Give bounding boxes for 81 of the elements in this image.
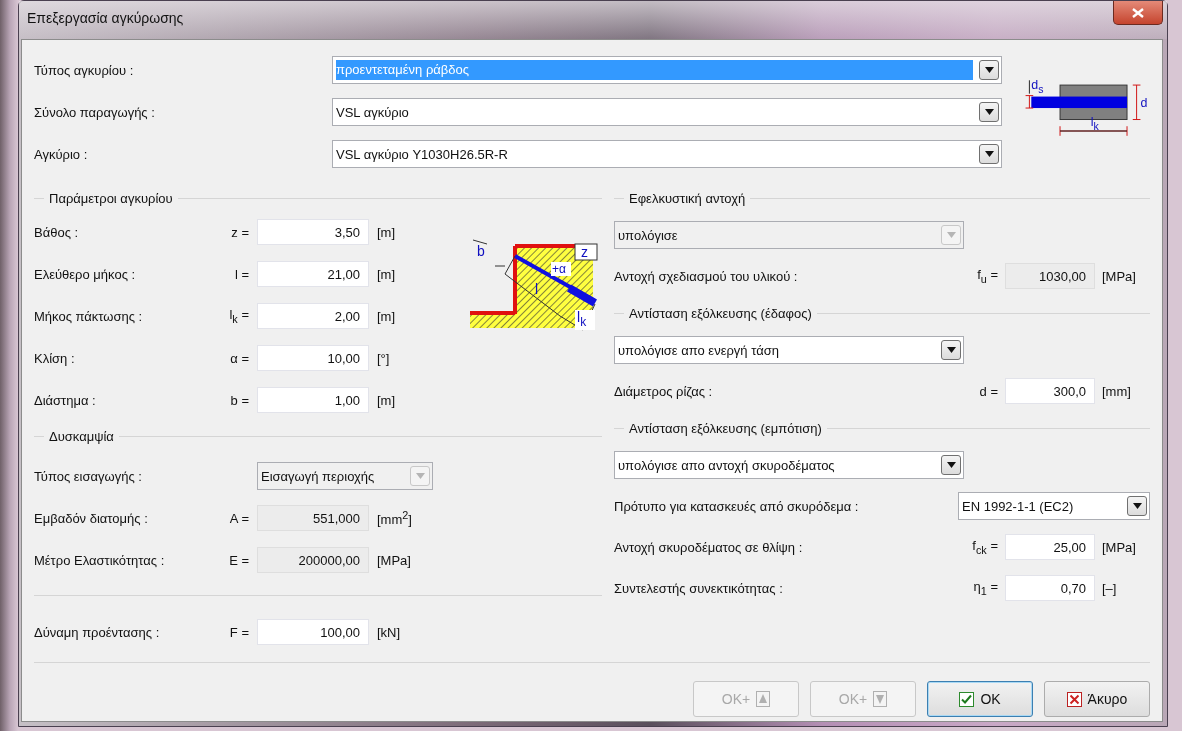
unit-label: [kN] xyxy=(377,624,402,640)
section-title: Εφελκυστική αντοχή xyxy=(629,190,746,206)
section-title: Παράμετροι αγκυρίου xyxy=(49,190,173,206)
dropdown[interactable]: VSL αγκύριο xyxy=(332,98,1002,126)
field-label: Κλίση : xyxy=(34,350,76,366)
unit-label: [m] xyxy=(377,266,396,282)
unit-label: [MPa] xyxy=(1102,539,1137,555)
unit-label: [m] xyxy=(377,224,396,240)
diagram-label: +α xyxy=(552,262,566,276)
caret-icon xyxy=(1132,503,1142,509)
check-icon xyxy=(959,691,975,707)
section-title: Αντίσταση εξόλκευσης (έδαφος) xyxy=(629,305,812,321)
caret-icon xyxy=(984,67,994,73)
input-field[interactable]: 25,00 xyxy=(1005,534,1095,560)
diagram-label: d xyxy=(1140,96,1148,111)
field-label: Ελεύθερο μήκος : xyxy=(34,266,137,282)
symbol-label: η$_{1}$ = xyxy=(972,579,998,597)
field-label: Εμβαδόν διατομής : xyxy=(34,510,149,526)
caret-icon xyxy=(946,462,956,468)
symbol-label: E = xyxy=(228,552,249,568)
unit-label: [–] xyxy=(1102,580,1118,596)
close-icon xyxy=(1132,7,1144,18)
field-label: Μέτρο Ελαστικότητας : xyxy=(34,552,166,568)
field-label: Πρότυπο για κατασκευές από σκυρόδεμα : xyxy=(614,498,860,514)
symbol-label: l = xyxy=(233,266,249,282)
window-title: Επεξεργασία αγκύρωσης xyxy=(27,10,184,26)
diagram-label: z xyxy=(581,244,589,260)
input-field[interactable]: 300,0 xyxy=(1005,378,1095,404)
unit-label: [mm$^{2}$] xyxy=(377,508,413,528)
dropdown[interactable]: VSL αγκύριο Y1030H26.5R-R xyxy=(332,140,1002,168)
standard-dropdown[interactable]: EN 1992-1-1 (EC2) xyxy=(958,492,1150,520)
close-button[interactable] xyxy=(1113,1,1163,25)
symbol-label: z = xyxy=(230,224,249,240)
section-title: Αντίσταση εξόλκευσης (εμπότιση) xyxy=(629,420,822,436)
field-label: Τύπος εισαγωγής : xyxy=(34,468,143,484)
unit-label: [MPa] xyxy=(1102,268,1137,284)
input-field[interactable]: 10,00 xyxy=(257,345,369,371)
caret-icon xyxy=(946,347,956,353)
symbol-label: f$_{u}$ = xyxy=(976,267,998,285)
unit-label: [mm] xyxy=(1102,383,1132,399)
field-label: Τύπος αγκυρίου : xyxy=(34,62,135,78)
symbol-label: b = xyxy=(229,392,249,408)
input-field[interactable]: 3,50 xyxy=(257,219,369,245)
dialog-button[interactable]: Άκυρο xyxy=(1044,681,1150,717)
field-label: Βάθος : xyxy=(34,224,80,240)
symbol-label: f$_{ck}$ = xyxy=(971,538,998,556)
dialog-button[interactable]: OK xyxy=(927,681,1033,717)
field-label: Αντοχή σχεδιασμού του υλικού : xyxy=(614,268,799,284)
input-field[interactable]: 0,70 xyxy=(1005,575,1095,601)
unit-label: [m] xyxy=(377,308,396,324)
field-label: Συντελεστής συνεκτικότητας : xyxy=(614,580,784,596)
symbol-label: d = xyxy=(978,383,998,399)
caret-icon xyxy=(984,109,994,115)
field-label: Δύναμη προέντασης : xyxy=(34,624,161,640)
input-field[interactable]: 1,00 xyxy=(257,387,369,413)
input-field[interactable]: 21,00 xyxy=(257,261,369,287)
input-field[interactable]: 2,00 xyxy=(257,303,369,329)
symbol-label: F = xyxy=(228,624,249,640)
field-label: Αγκύριο : xyxy=(34,146,89,162)
unit-label: [°] xyxy=(377,350,391,366)
symbol-label: l$_{k}$ = xyxy=(228,307,249,325)
field-label: Μήκος πάκτωσης : xyxy=(34,308,144,324)
unit-label: [MPa] xyxy=(377,552,412,568)
diagram-label: b xyxy=(477,243,485,259)
symbol-label: α = xyxy=(229,350,249,366)
caret-icon xyxy=(946,232,956,238)
caret-icon xyxy=(984,151,994,157)
section-title: Δυσκαμψία xyxy=(49,428,114,444)
input-field[interactable]: 100,00 xyxy=(257,619,369,645)
diagram-label: l xyxy=(535,281,539,297)
diagram-label: l$_{k}$ xyxy=(577,309,587,329)
field-label: Σύνολο παραγωγής : xyxy=(34,104,156,120)
field-label: Αντοχή σκυροδέματος σε θλίψη : xyxy=(614,539,804,555)
unit-label: [m] xyxy=(377,392,396,408)
field-label: Διάστημα : xyxy=(34,392,97,408)
caret-icon xyxy=(415,473,425,479)
symbol-label: A = xyxy=(228,510,249,526)
dropdown[interactable]: υπολόγισε απο αντοχή σκυροδέματος xyxy=(614,451,964,479)
field-label: Διάμετρος ρίζας : xyxy=(614,383,714,399)
cancel-icon xyxy=(1066,691,1082,707)
dropdown[interactable]: υπολόγισε απο ενεργή τάση xyxy=(614,336,964,364)
